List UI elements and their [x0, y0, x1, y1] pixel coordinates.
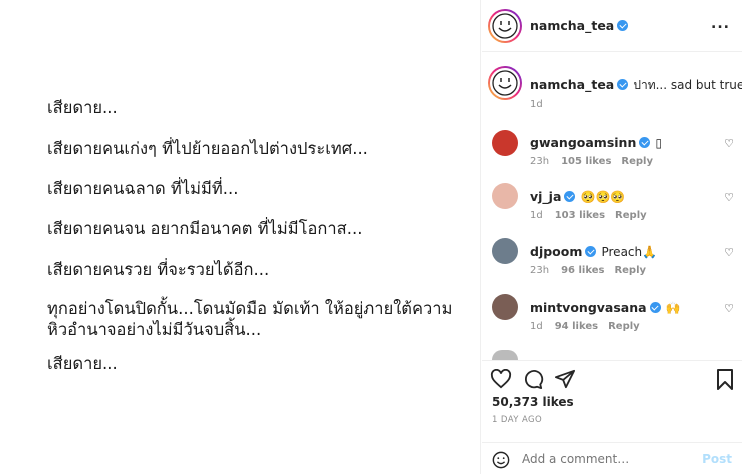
- comment-line: vj_ja 🥺🥺🥺: [530, 186, 625, 205]
- comment-text: ▯: [655, 136, 663, 150]
- commenter-avatar[interactable]: [492, 350, 518, 360]
- comment-meta: 1d 103 likes Reply: [530, 210, 647, 221]
- author-username-link[interactable]: namcha_tea: [530, 18, 629, 33]
- verified-icon: [585, 246, 597, 257]
- commenter-avatar[interactable]: [492, 294, 518, 320]
- caption-text: ปาท... sad but true...: [633, 78, 742, 92]
- post-sidebar: namcha_tea ... namcha_tea ปาท... sad but…: [482, 0, 742, 474]
- comment-likes[interactable]: 105 likes: [561, 156, 611, 167]
- author-username[interactable]: namcha_tea: [530, 18, 614, 33]
- verified-icon: [617, 79, 629, 90]
- comment-line: gwangoamsinn ▯: [530, 132, 662, 151]
- post-text-line: เสียดายคนรวย ที่จะรวยได้อีก...: [47, 260, 270, 279]
- more-options-icon[interactable]: ...: [711, 16, 730, 32]
- comment-username[interactable]: gwangoamsinn: [530, 135, 636, 150]
- emoji-smile-icon[interactable]: [492, 451, 510, 469]
- comment-likes[interactable]: 94 likes: [555, 321, 598, 332]
- comment-meta: 23h 105 likes Reply: [530, 156, 653, 167]
- heart-icon[interactable]: ♡: [724, 137, 734, 150]
- comment-likes[interactable]: 96 likes: [561, 265, 604, 276]
- reply-button[interactable]: Reply: [621, 156, 653, 167]
- comment-username[interactable]: mintvongvasana: [530, 300, 647, 315]
- likes-count[interactable]: 50,373 likes: [492, 395, 574, 409]
- like-heart-icon[interactable]: [490, 369, 512, 389]
- caption-username[interactable]: namcha_tea: [530, 77, 614, 92]
- comment-time[interactable]: 23h: [530, 156, 549, 167]
- caption-line: namcha_tea ปาท... sad but true...: [530, 74, 742, 95]
- post-comment-button[interactable]: Post: [702, 452, 732, 466]
- post-text-line: หิวอำนาจอย่างไม่มีวันจบสิ้น...: [47, 320, 262, 339]
- post-header: namcha_tea ...: [482, 0, 742, 52]
- commenter-avatar[interactable]: [492, 238, 518, 264]
- post-text-line: เสียดาย...: [47, 354, 118, 373]
- comment-bubble-icon[interactable]: [522, 369, 544, 389]
- commenter-avatar[interactable]: [492, 183, 518, 209]
- verified-icon: [617, 20, 629, 31]
- post-text-line: เสียดายคนฉลาด ที่ไม่มีที่...: [47, 179, 239, 198]
- reply-button[interactable]: Reply: [608, 321, 640, 332]
- post-text-line: เสียดาย...: [47, 98, 118, 117]
- share-send-icon[interactable]: [554, 369, 576, 389]
- comment-time[interactable]: 1d: [530, 210, 543, 221]
- comment-username[interactable]: djpoom: [530, 244, 582, 259]
- post-image: เสียดาย... เสียดายคนเก่งๆ ที่ไปย้ายออกไป…: [0, 0, 481, 474]
- comment-text: 🥺🥺🥺: [580, 190, 626, 204]
- verified-icon: [564, 191, 576, 202]
- comment-time[interactable]: 1d: [530, 321, 543, 332]
- reply-button[interactable]: Reply: [614, 265, 646, 276]
- add-comment-input[interactable]: [522, 452, 692, 466]
- post-text-line: เสียดายคนเก่งๆ ที่ไปย้ายออกไปต่างประเทศ.…: [47, 139, 368, 158]
- comment-meta: 23h 96 likes Reply: [530, 265, 646, 276]
- comment-username[interactable]: vj_ja: [530, 189, 561, 204]
- post-time-ago[interactable]: 1 DAY AGO: [492, 415, 542, 425]
- smiley-icon: [492, 13, 518, 39]
- comment-text: 🙌: [665, 301, 681, 315]
- heart-icon[interactable]: ♡: [724, 302, 734, 315]
- verified-icon: [649, 302, 661, 313]
- heart-icon[interactable]: ♡: [724, 246, 734, 259]
- post-actions: 50,373 likes 1 DAY AGO Post: [482, 360, 742, 474]
- comment-likes[interactable]: 103 likes: [555, 210, 605, 221]
- comment-time[interactable]: 23h: [530, 265, 549, 276]
- heart-icon[interactable]: ♡: [724, 191, 734, 204]
- post-text-line: ทุกอย่างโดนปิดกั้น...โดนมัดมือ มัดเท้า ใ…: [47, 299, 453, 318]
- comment-line: djpoom Preach🙏: [530, 241, 657, 260]
- smiley-icon: [492, 70, 518, 96]
- comment-line: mintvongvasana 🙌: [530, 297, 681, 316]
- verified-icon: [639, 137, 651, 148]
- caption-avatar[interactable]: [488, 66, 522, 100]
- reply-button[interactable]: Reply: [615, 210, 647, 221]
- author-avatar[interactable]: [488, 9, 522, 43]
- post-text-line: เสียดายคนจน อยากมีอนาคต ที่ไม่มีโอกาส...: [47, 219, 363, 238]
- caption-time[interactable]: 1d: [530, 99, 543, 110]
- bookmark-icon[interactable]: [716, 369, 734, 391]
- commenter-avatar[interactable]: [492, 130, 518, 156]
- add-comment-row: Post: [482, 442, 742, 474]
- comment-meta: 1d 94 likes Reply: [530, 321, 640, 332]
- comment-text: Preach🙏: [601, 245, 658, 259]
